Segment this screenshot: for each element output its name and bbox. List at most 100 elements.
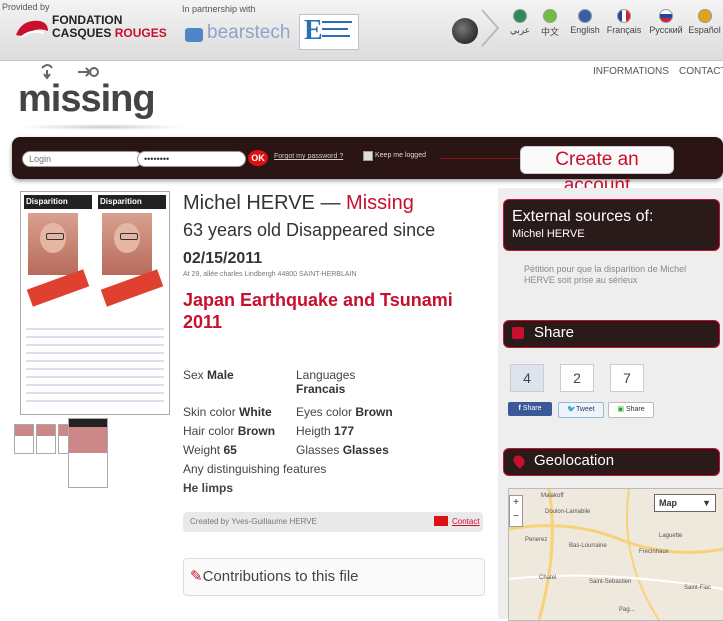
fondation-casques-rouges-logo[interactable] xyxy=(14,13,50,43)
person-photo xyxy=(28,213,78,275)
lang-french[interactable]: Français xyxy=(604,9,644,35)
foundation-line-2b: ROUGES xyxy=(114,26,167,40)
tweet-label: Tweet xyxy=(576,406,595,413)
chevron-right-icon xyxy=(481,9,500,47)
share-count-facebook: 4 xyxy=(510,364,544,392)
login-input[interactable] xyxy=(22,151,143,167)
foundation-line-2a: CASQUES xyxy=(52,26,115,40)
mail-icon[interactable] xyxy=(434,516,448,526)
nav-contact[interactable]: CONTACT xyxy=(679,66,723,77)
features-label: Any distinguishing features xyxy=(183,462,327,476)
flag-icon xyxy=(617,9,631,23)
flag-icon xyxy=(578,9,592,23)
poster-heading: Disparition xyxy=(98,195,166,209)
contributions-panel[interactable]: ✎Contributions to this file xyxy=(183,558,485,596)
lang-russian[interactable]: Русский xyxy=(646,9,686,35)
globe-icon xyxy=(452,18,478,44)
tweet-button[interactable]: 🐦Tweet xyxy=(558,402,604,418)
map-zoom-control[interactable]: + − xyxy=(509,495,523,527)
other-share-label: Share xyxy=(625,406,645,413)
missing-status: Missing xyxy=(346,192,414,214)
edit-icon: ✎ xyxy=(190,568,203,585)
skin-color-attr: Skin color White xyxy=(183,405,272,419)
eyes-color-attr: Eyes color Brown xyxy=(296,405,393,419)
lang-label: 中文 xyxy=(540,27,559,37)
map-label: Doulon-Lamabile xyxy=(545,509,591,515)
login-divider xyxy=(440,158,520,159)
hair-color-attr: Hair color Brown xyxy=(183,424,276,438)
flag-icon xyxy=(659,9,673,23)
share-count-twitter: 2 xyxy=(560,364,594,392)
sex-attr: Sex Male xyxy=(183,368,234,382)
external-source-link[interactable]: Pétition pour que la disparition de Mich… xyxy=(524,264,714,286)
keep-logged-checkbox[interactable] xyxy=(363,151,373,161)
map-label: Bas-Lourraine xyxy=(569,543,607,549)
other-share-button[interactable]: ▣ Share xyxy=(608,402,654,418)
lang-label: Русский xyxy=(649,25,683,35)
contact-link[interactable]: Contact xyxy=(452,517,480,526)
create-account-button[interactable]: Create an account xyxy=(520,146,674,196)
lang-label: عربي xyxy=(509,25,531,35)
bearstech-logo-mark xyxy=(185,28,203,42)
poster-text-block xyxy=(26,322,164,402)
logo-shadow xyxy=(18,124,188,130)
heading-dash: — xyxy=(314,192,347,214)
lang-spanish[interactable]: Español xyxy=(686,9,723,35)
bearstech-logo[interactable]: bearstech xyxy=(207,22,290,44)
event-name[interactable]: Japan Earthquake and Tsunami 2011 xyxy=(183,289,478,333)
dropdown-arrow-icon: ▼ xyxy=(702,498,711,508)
poster-thumbnail[interactable] xyxy=(14,424,34,454)
lang-label: Français xyxy=(606,25,642,35)
map-label: Penerez xyxy=(525,537,548,543)
share-count-other: 7 xyxy=(610,364,644,392)
person-name: Michel HERVE xyxy=(183,192,315,214)
geolocation-map[interactable]: + − Map ▼ Malakoff Doulon-Lamabile Penerez… xyxy=(508,488,723,621)
map-label: Laguette xyxy=(659,533,683,539)
esi-partner-logo[interactable]: E xyxy=(299,14,359,50)
forgot-password-link[interactable]: Forgot my password ? xyxy=(274,153,343,160)
nav-informations[interactable]: INFORMATIONS xyxy=(593,66,669,77)
geolocation-title: Geolocation xyxy=(534,452,615,469)
poster-heading: Disparition xyxy=(24,195,92,209)
lang-chinese[interactable]: 中文 xyxy=(535,9,565,38)
map-label: Frecinhaux xyxy=(639,549,669,555)
map-label: Chatel xyxy=(539,575,557,581)
poster-thumbnail[interactable] xyxy=(36,424,56,454)
weight-attr: Weight 65 xyxy=(183,443,237,457)
contributions-title: Contributions to this file xyxy=(202,568,359,585)
map-type-select[interactable]: Map ▼ xyxy=(654,494,716,512)
glasses-attr: Glasses Glasses xyxy=(296,443,389,457)
flag-icon xyxy=(513,9,527,23)
password-input[interactable]: •••••••• xyxy=(137,151,246,167)
height-attr: Heigth 177 xyxy=(296,424,355,438)
map-label: Malakoff xyxy=(541,493,564,499)
missing-poster-image[interactable]: Disparition Disparition xyxy=(20,191,170,415)
lang-label: Español xyxy=(688,25,721,35)
disappearance-date: 02/15/2011 xyxy=(183,250,263,267)
map-label: Saint-Sebastien xyxy=(589,579,632,585)
created-by-text: Created by Yves-Guillaume HERVE xyxy=(190,517,317,526)
map-pin-icon xyxy=(511,453,527,469)
share-title: Share xyxy=(534,324,575,341)
fondation-casques-rouges-name[interactable]: FONDATION CASQUES ROUGES xyxy=(52,14,167,40)
ok-button[interactable]: OK xyxy=(248,150,268,166)
provided-by-label: Provided by xyxy=(2,2,50,12)
poster-thumbnail[interactable] xyxy=(68,418,108,488)
external-sources-header: External sources of: Michel HERVE xyxy=(503,199,720,251)
facebook-share-button[interactable]: f Share xyxy=(508,402,552,416)
person-heading: Michel HERVE — Missing xyxy=(183,192,414,215)
keep-logged-label: Keep me logged xyxy=(375,152,426,159)
map-type-label: Map xyxy=(659,498,677,508)
facebook-share-label: Share xyxy=(522,405,542,412)
lang-arabic[interactable]: عربي xyxy=(505,9,535,36)
site-logo[interactable]: missing xyxy=(18,78,156,121)
external-sources-title: External sources of: xyxy=(512,208,654,225)
address: At 29, allée charles Lindbergh 44800 SAI… xyxy=(183,271,357,278)
map-label: Saint-Fiac xyxy=(684,585,712,591)
lang-label: English xyxy=(570,25,600,35)
twitter-icon: 🐦 xyxy=(567,406,577,413)
lang-english[interactable]: English xyxy=(568,9,602,35)
person-photo xyxy=(102,213,152,275)
features-value: He limps xyxy=(183,481,234,495)
rss-icon xyxy=(512,327,524,339)
